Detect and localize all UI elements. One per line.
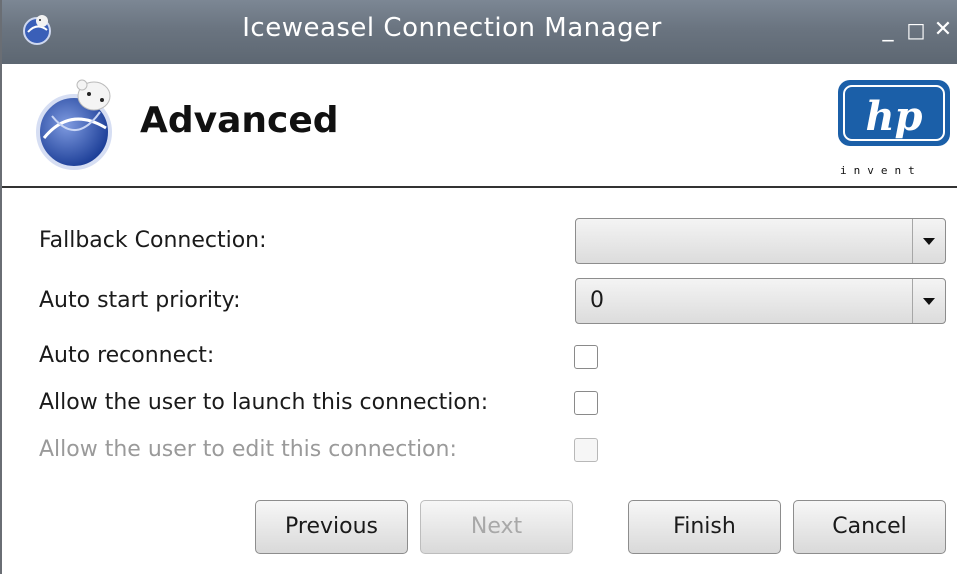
allow-launch-label: Allow the user to launch this connection… bbox=[39, 390, 489, 415]
auto-start-priority-dropdown[interactable]: 0 bbox=[575, 278, 946, 324]
connection-manager-window: Iceweasel Connection Manager _ □ ✕ Advan… bbox=[0, 0, 957, 574]
allow-launch-checkbox[interactable] bbox=[574, 391, 598, 415]
allow-edit-label: Allow the user to edit this connection: bbox=[39, 437, 457, 462]
auto-start-priority-label: Auto start priority: bbox=[39, 288, 241, 313]
auto-reconnect-checkbox[interactable] bbox=[574, 345, 598, 369]
allow-edit-checkbox bbox=[574, 438, 598, 462]
fallback-connection-dropdown[interactable] bbox=[575, 218, 946, 264]
hp-logo: hp bbox=[834, 74, 954, 178]
auto-start-priority-value: 0 bbox=[590, 288, 604, 313]
auto-reconnect-label: Auto reconnect: bbox=[39, 343, 215, 368]
cancel-button[interactable]: Cancel bbox=[793, 500, 946, 554]
hp-tagline: invent bbox=[840, 164, 922, 177]
iceweasel-globe-icon bbox=[30, 76, 126, 172]
title-bar[interactable]: Iceweasel Connection Manager _ □ ✕ bbox=[2, 0, 957, 65]
fallback-connection-label: Fallback Connection: bbox=[39, 228, 267, 253]
maximize-button[interactable]: □ bbox=[904, 16, 928, 44]
finish-button[interactable]: Finish bbox=[628, 500, 781, 554]
chevron-down-icon[interactable] bbox=[912, 219, 945, 263]
wizard-header: Advanced hp invent bbox=[2, 64, 957, 188]
previous-button[interactable]: Previous bbox=[255, 500, 408, 554]
page-title: Advanced bbox=[140, 100, 339, 141]
close-button[interactable]: ✕ bbox=[931, 16, 955, 44]
window-title: Iceweasel Connection Manager bbox=[242, 13, 662, 43]
hp-logo-text: hp bbox=[865, 93, 922, 140]
next-button: Next bbox=[420, 500, 573, 554]
chevron-down-icon[interactable] bbox=[912, 279, 945, 323]
minimize-button[interactable]: _ bbox=[876, 16, 900, 44]
